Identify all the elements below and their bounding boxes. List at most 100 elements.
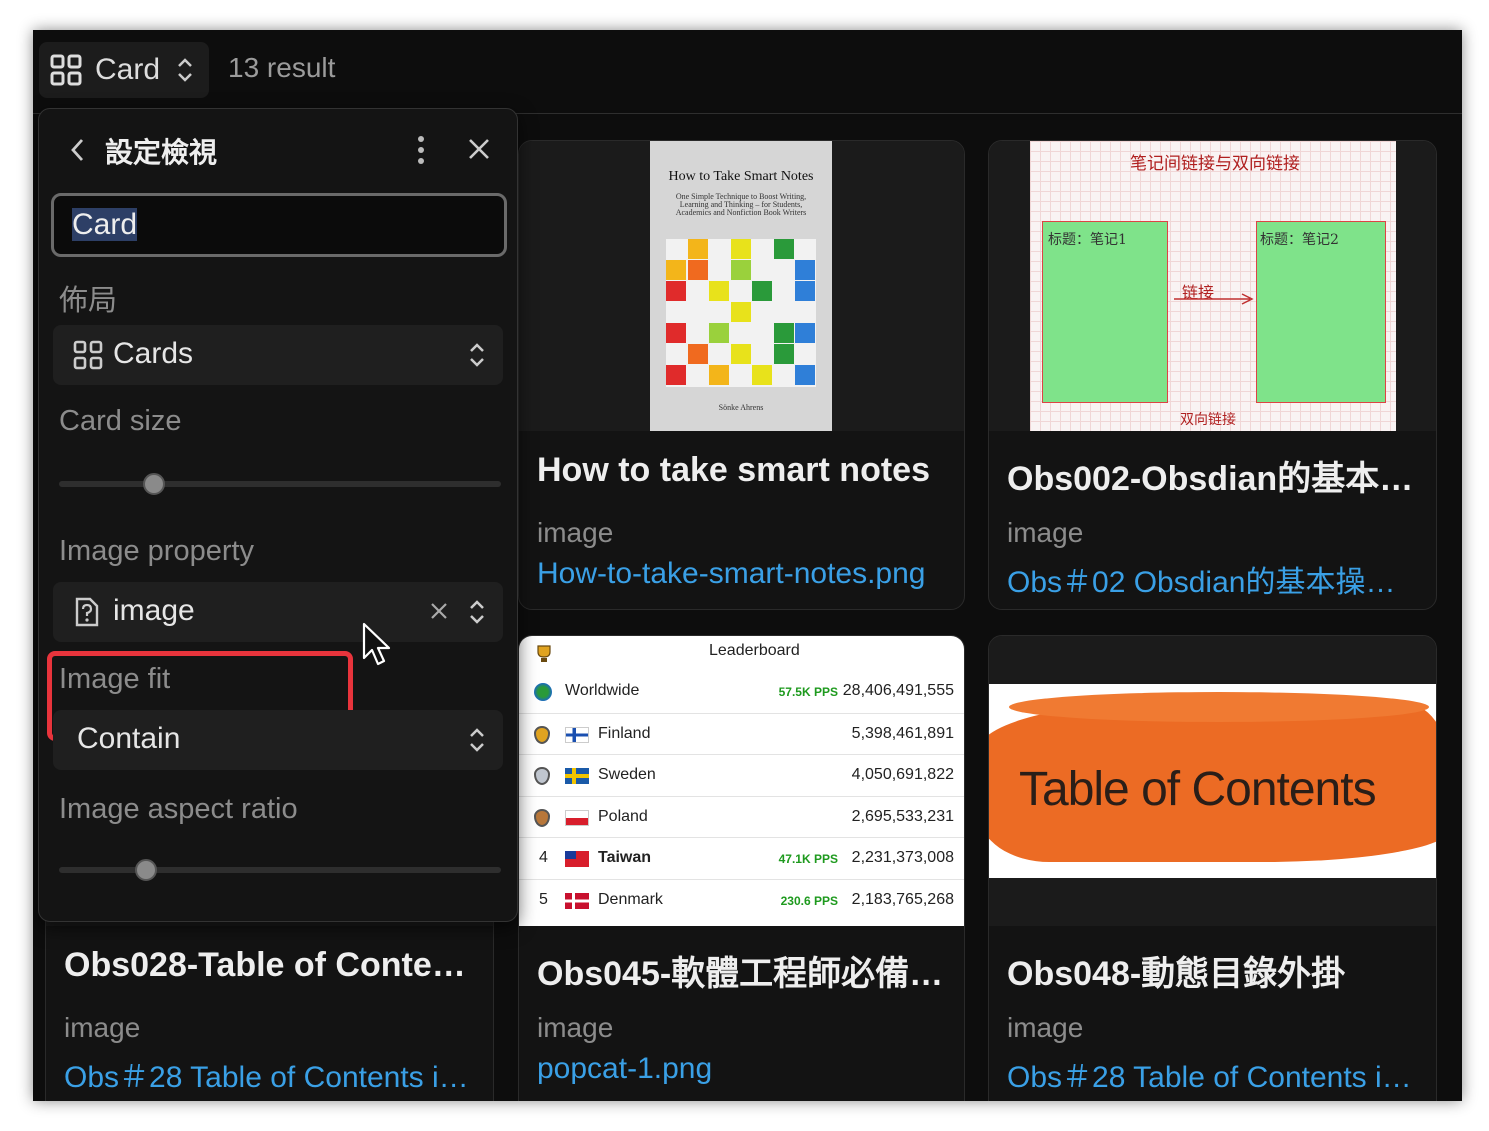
grid-icon xyxy=(73,340,103,370)
card-item[interactable]: Table of Contents Obs048-動態目錄外掛 image Ob… xyxy=(988,635,1437,1101)
grid-square xyxy=(752,365,772,385)
image-property-select[interactable]: image xyxy=(53,582,503,642)
view-name-input[interactable]: Card xyxy=(51,193,507,257)
card-item[interactable]: 笔记间链接与双向链接 标题：笔记1 标题：笔记2 链接 双向链接 Obs002-… xyxy=(988,140,1437,610)
chevron-left-icon[interactable] xyxy=(69,137,85,163)
globe-icon xyxy=(534,683,552,701)
grid-square xyxy=(709,281,729,301)
medal-icon xyxy=(534,808,550,827)
card-cover: How to Take Smart Notes One Simple Techn… xyxy=(519,141,964,431)
rank-number: 5 xyxy=(539,890,548,908)
chevron-updown-icon xyxy=(178,58,192,82)
card-property-label: image xyxy=(537,1012,614,1043)
more-options-icon[interactable] xyxy=(417,135,425,165)
card-property-label: image xyxy=(1007,1012,1084,1043)
country-name: Taiwan xyxy=(598,849,652,866)
card-cover: 笔记间链接与双向链接 标题：笔记1 标题：笔记2 链接 双向链接 xyxy=(989,141,1436,431)
card-title[interactable]: How to take smart notes xyxy=(537,451,947,490)
grid-square xyxy=(795,365,815,385)
handwritten-notes-image: 笔记间链接与双向链接 标题：笔记1 标题：笔记2 链接 双向链接 xyxy=(1030,141,1396,431)
grid-square xyxy=(795,260,815,280)
grid-square xyxy=(730,344,751,364)
pps-value: 230.6 PPS xyxy=(780,893,838,908)
aspect-ratio-label: Image aspect ratio xyxy=(59,793,298,825)
leaderboard-row: Sweden 4,050,691,822 xyxy=(519,754,964,795)
grid-square xyxy=(730,239,751,259)
score-value: 28,406,491,555 xyxy=(842,682,954,699)
card-property-label: image xyxy=(1007,517,1084,548)
mouse-cursor-icon xyxy=(362,622,391,666)
close-icon[interactable] xyxy=(467,137,491,161)
card-property-link[interactable]: Obs＃28 Table of Contents i… xyxy=(1007,1052,1417,1096)
card-item[interactable]: Leaderboard Worldwide 57.5K PPS 28,406,491… xyxy=(518,635,965,1101)
country-name: Denmark xyxy=(598,890,663,908)
flag-icon xyxy=(565,809,589,826)
grid-square xyxy=(687,239,708,259)
bases-view-window: Card 13 result How to Take Smart Notes O… xyxy=(33,30,1462,1101)
chevron-updown-icon xyxy=(470,600,484,624)
selected-text: Card xyxy=(72,208,138,241)
card-property-link[interactable]: How-to-take-smart-notes.png xyxy=(537,557,947,591)
card-title[interactable]: Obs048-動態目錄外掛 xyxy=(1007,946,1417,995)
country-name: Sweden xyxy=(598,766,656,783)
grid-square xyxy=(795,323,815,343)
flag-icon xyxy=(565,892,589,909)
book-author: Sönke Ahrens xyxy=(718,403,764,412)
layout-select[interactable]: Cards xyxy=(53,325,503,385)
flag-icon xyxy=(565,726,589,743)
card-size-slider[interactable] xyxy=(59,473,501,495)
score-value: 2,231,373,008 xyxy=(851,849,954,866)
card-title[interactable]: Obs028-Table of Conte… xyxy=(64,946,474,985)
image-fit-label: Image fit xyxy=(59,663,171,695)
grid-icon xyxy=(50,54,82,86)
country-name: Finland xyxy=(598,724,651,742)
pps-value: 47.1K PPS xyxy=(778,852,838,866)
slider-knob[interactable] xyxy=(134,859,157,881)
grid-square xyxy=(666,323,686,343)
view-settings-panel: 設定檢視 Card 佈局 Cards Card size Image prope… xyxy=(38,108,518,922)
flag-icon xyxy=(565,768,589,784)
image-fit-select[interactable]: Contain xyxy=(53,710,503,770)
image-fit-value: Contain xyxy=(77,722,181,755)
layout-label: 佈局 xyxy=(59,285,118,317)
grid-square xyxy=(709,365,729,385)
card-cover: Table of Contents xyxy=(989,636,1436,926)
clear-icon[interactable] xyxy=(429,601,449,621)
country-name: Worldwide xyxy=(565,682,640,699)
leaderboard-row: 4 Taiwan 47.1K PPS 2,231,373,008 xyxy=(519,837,964,878)
grid-square xyxy=(773,323,794,343)
medal-icon xyxy=(534,725,550,744)
card-property-link[interactable]: popcat-1.png xyxy=(537,1052,947,1086)
book-subtitle: One Simple Technique to Boost Writing, L… xyxy=(675,192,807,217)
card-title[interactable]: Obs002-Obsdian的基本… xyxy=(1007,451,1417,500)
card-property-link[interactable]: Obs＃28 Table of Contents i… xyxy=(64,1052,474,1096)
card-property-link[interactable]: Obs＃02 Obsdian的基本操作… xyxy=(1007,557,1417,601)
grid-square xyxy=(795,281,815,301)
grid-square xyxy=(752,281,772,301)
result-count: 13 result xyxy=(228,52,336,83)
flag-icon xyxy=(565,851,589,867)
grid-square xyxy=(666,365,686,385)
score-value: 2,183,765,268 xyxy=(851,890,954,908)
trophy-icon xyxy=(537,645,551,662)
book-title: How to Take Smart Notes xyxy=(668,169,814,184)
slider-knob[interactable] xyxy=(143,473,165,495)
card-cover: Leaderboard Worldwide 57.5K PPS 28,406,491… xyxy=(519,636,964,926)
country-name: Poland xyxy=(598,807,648,825)
card-item[interactable]: How to Take Smart Notes One Simple Techn… xyxy=(518,140,965,610)
grid-square xyxy=(730,260,751,280)
layout-value: Cards xyxy=(113,337,194,370)
grid-square xyxy=(730,302,751,322)
card-title[interactable]: Obs045-軟體工程師必備… xyxy=(537,946,947,995)
grid-square xyxy=(687,344,708,364)
leaderboard-title: Leaderboard xyxy=(709,642,800,659)
grid-square xyxy=(773,344,794,364)
grid-square xyxy=(709,323,729,343)
view-switcher-button[interactable]: Card xyxy=(39,42,209,98)
grid-square xyxy=(666,281,686,301)
toc-banner-text: Table of Contents xyxy=(1019,763,1377,816)
panel-title: 設定檢視 xyxy=(105,137,218,168)
aspect-ratio-slider[interactable] xyxy=(59,859,501,881)
chevron-updown-icon xyxy=(470,728,484,752)
image-property-value: image xyxy=(113,594,195,627)
